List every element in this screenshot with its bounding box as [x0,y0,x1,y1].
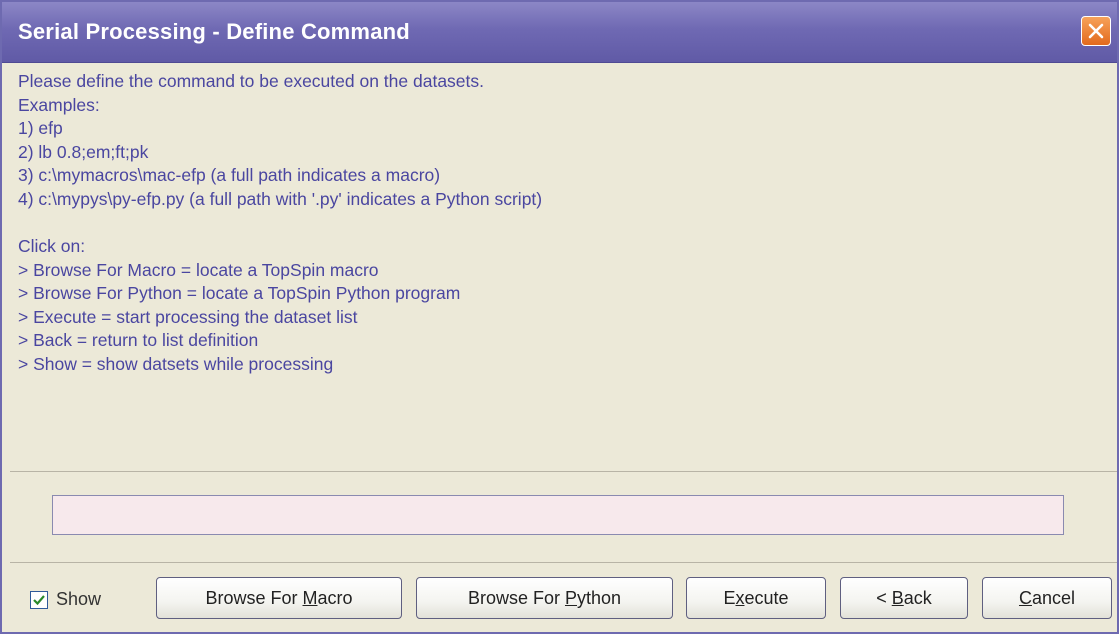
browse-for-macro-button[interactable]: Browse For Macro [156,577,402,619]
command-input[interactable] [52,495,1064,535]
message-line: > Execute = start processing the dataset… [18,306,358,327]
button-label-post: ancel [1031,587,1076,608]
button-label-post: acro [317,587,353,608]
message-line: 3) c:\mymacros\mac-efp (a full path indi… [18,165,441,185]
button-label-post: ecute [744,587,789,608]
button-label-mnemonic: C [1018,587,1032,608]
close-button[interactable] [1081,16,1111,46]
message-line: 1) efp [18,118,63,138]
divider [10,471,1117,472]
button-label-pre: E [723,587,736,608]
checkbox-box[interactable] [30,590,48,609]
message-line: > Browse For Python = locate a TopSpin P… [18,283,461,303]
button-label-pre: Browse For [467,587,565,608]
back-button[interactable]: < Back [840,577,968,619]
button-label-mnemonic: B [891,587,904,608]
button-label-mnemonic: x [735,587,745,608]
message-line: 4) c:\mypys\py-efp.py (a full path with … [18,188,543,209]
show-checkbox[interactable]: Show [30,589,101,610]
button-bar: Show Browse For Macro Browse For Python … [2,567,1117,632]
checkmark-icon [33,594,45,605]
dialog-window: Serial Processing - Define Command Pleas… [0,0,1119,634]
message-line: 2) lb 0.8;em;ft;pk [18,141,149,162]
message-line: Click on: [18,236,86,256]
button-label-post: ack [903,587,932,608]
button-label-mnemonic: P [564,587,577,608]
window-title: Serial Processing - Define Command [18,19,410,44]
title-bar[interactable]: Serial Processing - Define Command [2,2,1117,63]
button-label-pre: Browse For [205,587,303,608]
button-label-pre: < [876,587,892,608]
show-label: Show [56,589,102,609]
message-line: > Back = return to list definition [18,330,259,350]
divider [10,562,1117,563]
cancel-button[interactable]: Cancel [982,577,1112,619]
browse-for-python-button[interactable]: Browse For Python [416,577,673,619]
button-label-post: ython [577,587,622,608]
message-line: > Browse For Macro = locate a TopSpin ma… [18,259,379,280]
close-x-icon [1088,23,1104,39]
message-line: > Show = show datsets while processing [18,353,334,374]
button-label-mnemonic: M [302,587,318,608]
instructions-text: Please define the command to be executed… [18,70,1097,376]
message-line: Examples: [18,94,100,115]
message-line: Please define the command to be executed… [18,71,485,91]
execute-button[interactable]: Ex ecute [686,577,826,619]
